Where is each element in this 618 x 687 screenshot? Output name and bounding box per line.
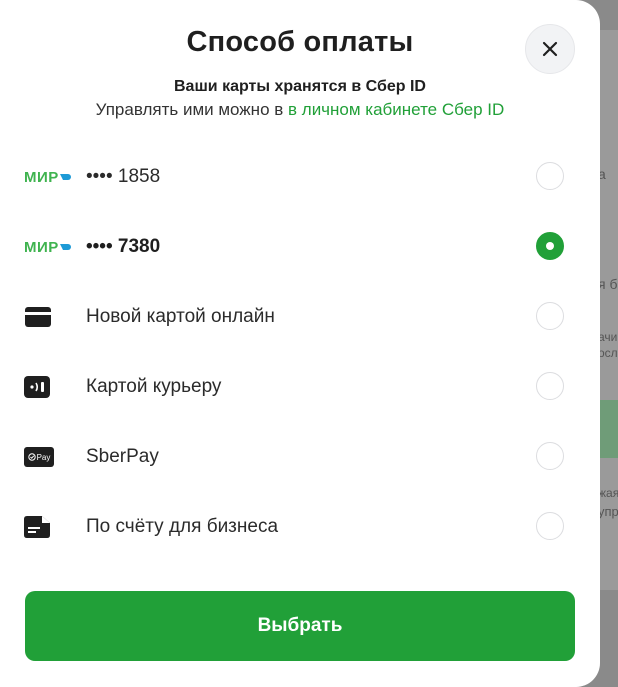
- select-button[interactable]: Выбрать: [25, 591, 575, 661]
- payment-option-label: Картой курьеру: [86, 376, 222, 397]
- radio-button[interactable]: [536, 442, 564, 470]
- card-terminal-icon: [24, 376, 50, 398]
- background-text: упра: [598, 504, 618, 519]
- radio-button[interactable]: [536, 162, 564, 190]
- invoice-icon: [24, 516, 50, 538]
- manage-cards-text: Управлять ими можно в в личном кабинете …: [0, 100, 600, 120]
- mir-logo-icon: МИР: [24, 239, 72, 256]
- payment-option-business-invoice[interactable]: По счёту для бизнеса: [24, 499, 576, 555]
- background-text: я б: [598, 276, 618, 292]
- payment-option-courier[interactable]: Картой курьеру: [24, 359, 576, 415]
- sberpay-icon: Pay: [24, 447, 54, 467]
- payment-option-label: SberPay: [86, 446, 159, 467]
- background-text: ачи: [598, 330, 618, 344]
- background-text: осл: [598, 346, 618, 360]
- background-text: жая: [598, 486, 618, 500]
- payment-option-new-card[interactable]: Новой картой онлайн: [24, 289, 576, 345]
- payment-option-sberpay[interactable]: Pay SberPay: [24, 429, 576, 485]
- modal-subtitle: Ваши карты хранятся в Сбер ID: [174, 78, 426, 95]
- mir-logo-icon: МИР: [24, 169, 72, 186]
- modal-title: Способ оплаты: [186, 26, 414, 58]
- card-icon: [25, 307, 51, 327]
- payment-option-card-7380[interactable]: МИР •••• 7380: [24, 219, 576, 275]
- payment-option-label: По счёту для бизнеса: [86, 516, 279, 537]
- payment-method-modal: Способ оплаты Ваши карты хранятся в Сбер…: [0, 0, 600, 687]
- manage-prefix: Управлять ими можно в: [95, 100, 289, 119]
- payment-option-card-1858[interactable]: МИР •••• 1858: [24, 149, 576, 205]
- radio-button[interactable]: [536, 302, 564, 330]
- radio-button[interactable]: [536, 512, 564, 540]
- payment-option-label: •••• 7380: [86, 236, 161, 257]
- payment-option-label: Новой картой онлайн: [86, 306, 275, 327]
- radio-button[interactable]: [536, 372, 564, 400]
- sber-id-cabinet-link[interactable]: в личном кабинете Сбер ID: [288, 100, 504, 119]
- close-icon: [542, 41, 558, 57]
- close-button[interactable]: [525, 24, 575, 74]
- radio-button-checked[interactable]: [536, 232, 564, 260]
- payment-option-label: •••• 1858: [86, 166, 161, 187]
